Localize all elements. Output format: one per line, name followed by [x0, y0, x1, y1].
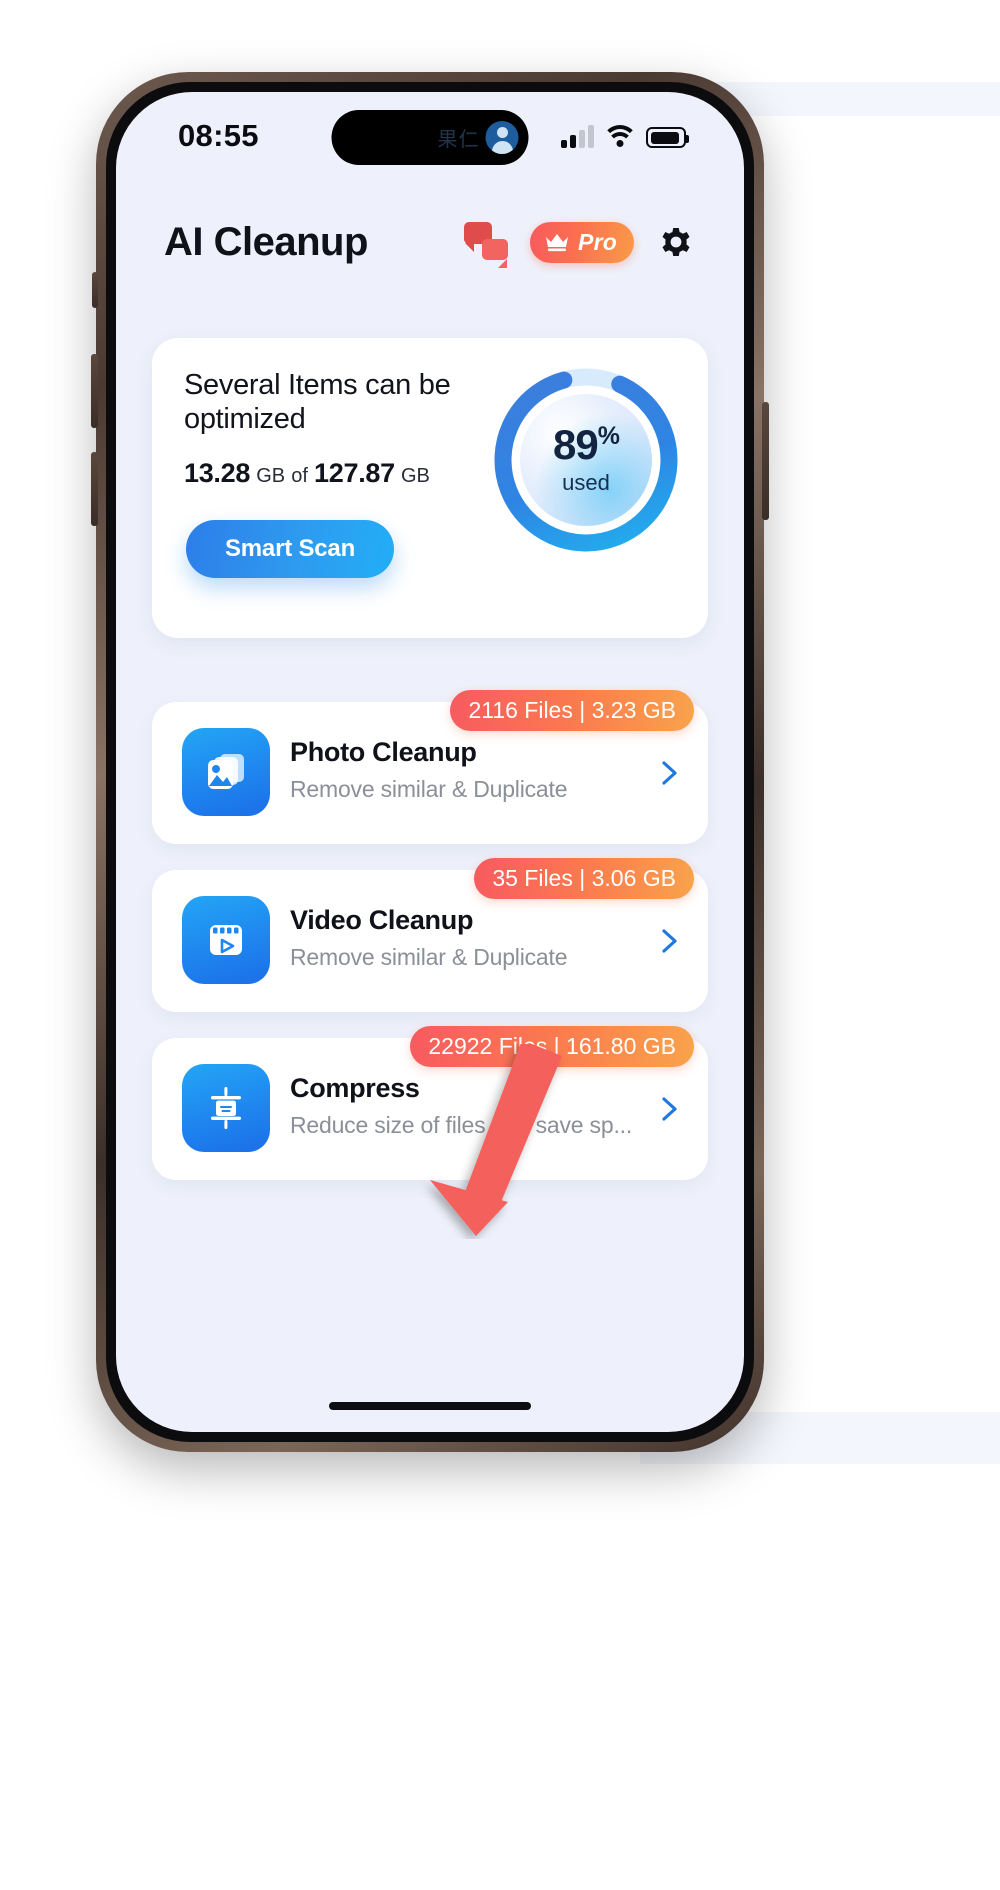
dynamic-island[interactable]: 果仁 [331, 110, 529, 165]
video-play-icon [182, 896, 270, 984]
status-bar: 08:55 果仁 [116, 92, 744, 188]
feature-subtitle: Reduce size of files and save sp... [290, 1111, 633, 1138]
chevron-right-icon[interactable] [654, 758, 684, 788]
screenshot-stage: 08:55 果仁 AI Cleanup Pro Several Items ca… [0, 0, 1000, 1890]
donut-caption: used [562, 470, 610, 495]
feature-card-compress[interactable]: Compress Reduce size of files and save s… [152, 1026, 708, 1180]
summary-title: Several Items can be optimized [184, 369, 451, 436]
island-avatar-icon [485, 121, 519, 154]
chevron-right-icon[interactable] [654, 926, 684, 956]
home-indicator [329, 1402, 531, 1410]
power-button[interactable] [762, 402, 769, 520]
phone-device: 08:55 果仁 AI Cleanup Pro Several Items ca… [91, 72, 769, 1452]
volume-up-button[interactable] [91, 354, 98, 428]
island-label: 果仁 [437, 129, 480, 151]
of-word: of [291, 465, 308, 488]
crown-icon [544, 232, 570, 252]
phone-screen: 08:55 果仁 AI Cleanup Pro Several Items ca… [116, 92, 744, 1432]
feature-text: Photo Cleanup Remove similar & Duplicate [290, 737, 638, 803]
total-unit: GB [400, 465, 430, 488]
feature-text: Video Cleanup Remove similar & Duplicate [290, 905, 638, 971]
pro-label: Pro [578, 228, 617, 255]
feature-name: Compress [290, 1073, 420, 1103]
gear-icon[interactable] [656, 222, 696, 262]
chevron-right-icon[interactable] [654, 1094, 684, 1124]
status-time: 08:55 [178, 118, 259, 153]
battery-icon [646, 127, 689, 148]
header-actions: Pro [464, 221, 696, 268]
summary-text-block: Several Items can be optimized 13.28 GB … [184, 368, 484, 489]
compress-icon [182, 1064, 270, 1152]
volume-down-button[interactable] [91, 452, 98, 526]
feature-card-video-cleanup[interactable]: Video Cleanup Remove similar & Duplicate… [152, 858, 708, 1012]
page-title: AI Cleanup [164, 219, 368, 264]
app-header: AI Cleanup Pro [116, 202, 744, 282]
storage-summary-card: Several Items can be optimized 13.28 GB … [152, 338, 708, 638]
silent-switch[interactable] [92, 272, 98, 308]
status-badge: 35 Files | 3.06 GB [474, 858, 694, 899]
used-unit: GB [256, 465, 286, 488]
feature-card-photo-cleanup[interactable]: Photo Cleanup Remove similar & Duplicate… [152, 690, 708, 844]
feature-name: Photo Cleanup [290, 737, 477, 767]
feature-text: Compress Reduce size of files and save s… [290, 1073, 638, 1139]
summary-usage: 13.28 GB of 127.87 GB [184, 458, 484, 489]
used-value: 13.28 [184, 458, 251, 489]
donut-center-label: 89% used [520, 394, 652, 526]
wifi-icon [602, 125, 638, 148]
status-badge: 2116 Files | 3.23 GB [450, 690, 694, 731]
storage-donut-chart: 89% used [486, 360, 686, 560]
smart-scan-button[interactable]: Smart Scan [186, 520, 394, 578]
photo-stack-icon [182, 728, 270, 816]
status-indicators [561, 116, 689, 148]
total-value: 127.87 [314, 458, 395, 489]
cellular-signal-icon [561, 125, 594, 148]
feature-name: Video Cleanup [290, 905, 474, 935]
pro-upgrade-button[interactable]: Pro [530, 221, 634, 263]
feature-subtitle: Remove similar & Duplicate [290, 943, 568, 970]
donut-percent: 89% [553, 421, 620, 468]
feature-subtitle: Remove similar & Duplicate [290, 775, 568, 802]
status-badge: 22922 Files | 161.80 GB [410, 1026, 694, 1067]
chat-bubbles-icon[interactable] [464, 222, 509, 268]
